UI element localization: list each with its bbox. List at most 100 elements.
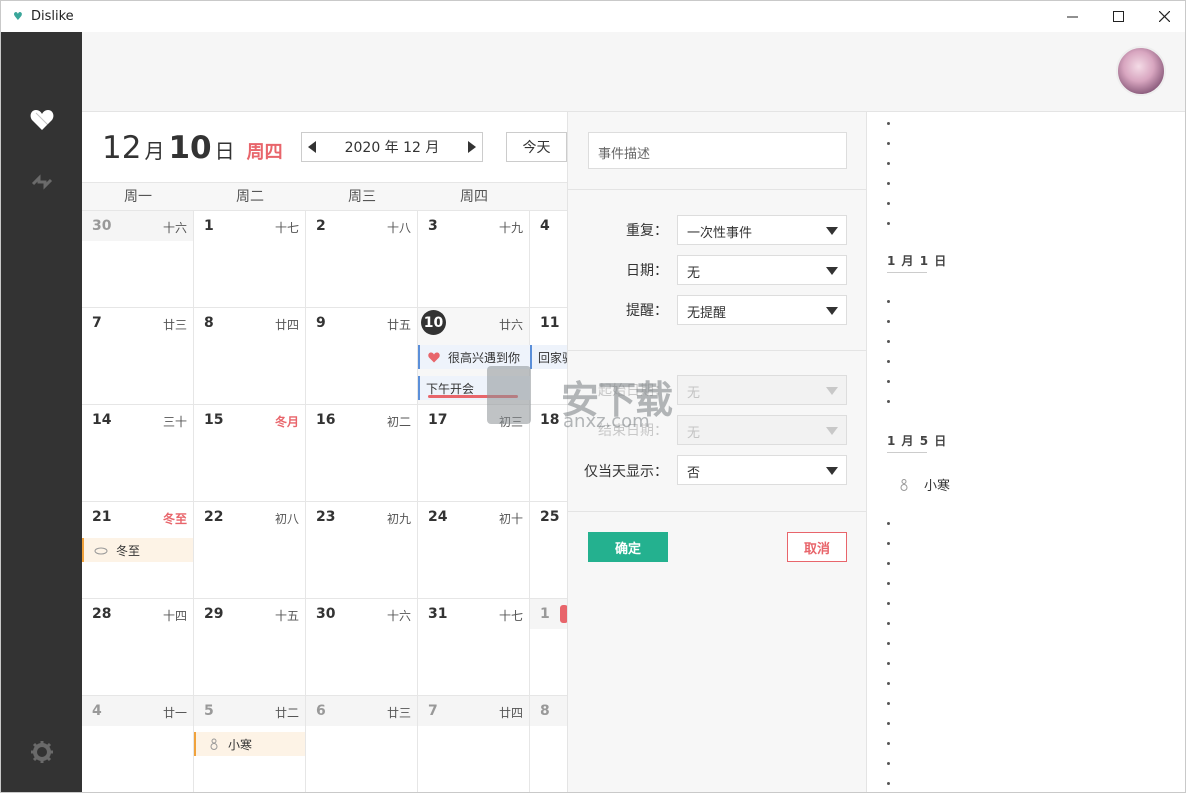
calendar-day-cell[interactable]: 4 xyxy=(530,211,567,308)
confirm-button[interactable]: 确定 xyxy=(588,532,668,562)
timeline-dot xyxy=(887,742,890,745)
minimize-button[interactable] xyxy=(1049,1,1095,32)
day-number: 24 xyxy=(428,509,448,525)
day-number: 6 xyxy=(316,703,326,719)
event-label: 冬至 xyxy=(116,543,141,558)
calendar-day-cell[interactable]: 7 廿四 xyxy=(418,696,530,792)
sidebar-settings-button[interactable] xyxy=(1,741,82,763)
prev-month-button[interactable] xyxy=(308,141,316,153)
calendar-day-cell[interactable]: 30 十六 xyxy=(82,211,194,308)
day-unit: 日 xyxy=(214,139,235,163)
day-number: 5 xyxy=(204,703,214,719)
user-avatar[interactable] xyxy=(1116,46,1166,96)
lunar-label: 十九 xyxy=(498,221,523,235)
heart-icon xyxy=(30,110,53,130)
calendar-day-cell[interactable]: 15 冬月 xyxy=(194,405,306,502)
timeline-dot xyxy=(887,222,890,225)
timeline-dot xyxy=(887,682,890,685)
snowman-icon xyxy=(210,738,218,750)
timeline-dot xyxy=(887,722,890,725)
maximize-icon xyxy=(1112,11,1124,22)
maximize-button[interactable] xyxy=(1095,1,1141,32)
list-date-header: 1 月 5 日 xyxy=(887,434,948,448)
calendar-day-cell[interactable]: 28 十四 xyxy=(82,599,194,696)
timeline-dot xyxy=(887,522,890,525)
lunar-label: 廿六 xyxy=(498,318,523,332)
calendar-day-cell[interactable]: 6 廿三 xyxy=(306,696,418,792)
weekday-label: 周一 xyxy=(124,189,152,205)
start-date-select[interactable]: 无 xyxy=(677,375,847,405)
sidebar-heart-button[interactable] xyxy=(1,109,82,131)
timeline-dot xyxy=(887,340,890,343)
calendar-day-cell[interactable]: 31 十七 xyxy=(418,599,530,696)
close-button[interactable] xyxy=(1141,1,1185,32)
calendar-day-cell[interactable]: 23 初九 xyxy=(306,502,418,599)
app-heart-icon: ♥ xyxy=(13,10,23,23)
calendar-day-cell[interactable]: 8 廿四 xyxy=(194,308,306,405)
calendar-day-cell[interactable]: 7 廿三 xyxy=(82,308,194,405)
today-button[interactable]: 今天 xyxy=(506,132,567,162)
calendar-day-cell[interactable]: 22 初八 xyxy=(194,502,306,599)
calendar-day-cell[interactable]: 30 十六 xyxy=(306,599,418,696)
day-number: 31 xyxy=(428,606,448,622)
lunar-label: 十七 xyxy=(274,221,299,235)
day-number: 2 xyxy=(316,218,326,234)
timeline-dot xyxy=(887,400,890,403)
repeat-label: 重复： xyxy=(626,223,668,239)
calendar-day-cell[interactable]: 3 十九 xyxy=(418,211,530,308)
repeat-select[interactable]: 一次性事件 xyxy=(677,215,847,245)
event-badge xyxy=(560,605,567,623)
today-marker: 10 xyxy=(421,310,446,335)
divider xyxy=(568,350,868,351)
top-header xyxy=(82,32,1185,112)
remind-select[interactable]: 无提醒 xyxy=(677,295,847,325)
close-icon xyxy=(1158,11,1170,22)
end-date-select[interactable]: 无 xyxy=(677,415,847,445)
day-number: 11 xyxy=(540,315,560,331)
sameday-select[interactable]: 否 xyxy=(677,455,847,485)
event-label: 下午开会 xyxy=(426,381,475,396)
weekday-header: 周一 周二 周三 周四 xyxy=(82,182,567,211)
calendar-day-cell[interactable]: 2 十八 xyxy=(306,211,418,308)
window-controls xyxy=(1049,1,1185,32)
day-number: 21 xyxy=(92,509,112,525)
dropdown-arrow-icon xyxy=(826,227,838,235)
calendar-day-cell[interactable]: 8 xyxy=(530,696,567,792)
cancel-button[interactable]: 取消 xyxy=(787,532,847,562)
sidebar-sync-button[interactable] xyxy=(1,171,82,193)
list-item[interactable]: 小寒 xyxy=(900,475,950,494)
next-month-button[interactable] xyxy=(467,141,476,153)
day-number: 7 xyxy=(428,703,438,719)
day-number: 30 xyxy=(316,606,336,622)
title-bar: ♥ Dislike xyxy=(1,1,1185,32)
timeline-dot xyxy=(887,182,890,185)
calendar-day-cell[interactable]: 9 廿五 xyxy=(306,308,418,405)
lunar-label: 十六 xyxy=(386,609,411,623)
start-date-value: 无 xyxy=(687,386,701,401)
calendar-day-cell[interactable]: 29 十五 xyxy=(194,599,306,696)
event-label: 小寒 xyxy=(228,737,253,752)
month-nav-label: 2020 年 12 月 xyxy=(344,140,440,156)
lunar-label: 廿一 xyxy=(162,706,187,720)
event-item[interactable]: 冬至 xyxy=(82,538,193,562)
lunar-label: 十四 xyxy=(162,609,187,623)
watermark-subtext: anxz.com xyxy=(563,411,650,432)
day-number: 28 xyxy=(92,606,112,622)
divider xyxy=(568,511,868,512)
date-select[interactable]: 无 xyxy=(677,255,847,285)
day-number: 22 xyxy=(204,509,224,525)
calendar-day-cell[interactable]: 4 廿一 xyxy=(82,696,194,792)
window-title: Dislike xyxy=(31,9,74,24)
calendar-day-cell[interactable]: 24 初十 xyxy=(418,502,530,599)
calendar-grid: 30 十六 1 十七 2 十八 3 十九 4 7 廿三 8 廿四 9 廿五 10 廿六 11 14 三十 15 冬月 16 初… xyxy=(82,211,567,792)
timeline-dot xyxy=(887,662,890,665)
calendar-day-cell[interactable]: 16 初二 xyxy=(306,405,418,502)
calendar-day-cell[interactable]: 1 十七 xyxy=(194,211,306,308)
description-input[interactable]: 事件描述 xyxy=(588,132,847,169)
event-item[interactable]: 小寒 xyxy=(194,732,305,756)
divider xyxy=(887,272,927,273)
day-number: 8 xyxy=(204,315,214,331)
lunar-label: 冬至 xyxy=(162,512,187,526)
calendar-day-cell[interactable]: 14 三十 xyxy=(82,405,194,502)
calendar-day-cell[interactable]: 25 xyxy=(530,502,567,599)
